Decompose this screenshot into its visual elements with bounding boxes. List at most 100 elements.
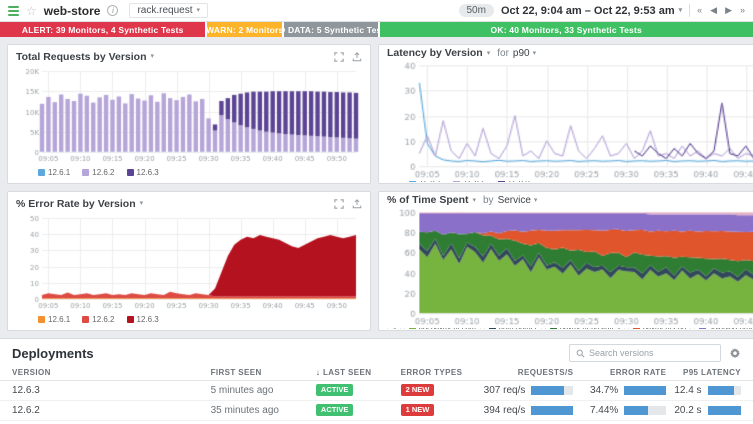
status-segment-alert[interactable]: ALERT: 39 Monitors, 4 Synthetic Tests [0,22,205,37]
legend-item[interactable]: 12.6.1 [38,315,70,324]
deployments-section: Deployments VERSION FIRST SEEN ↓ LAST SE… [0,338,753,424]
legend-swatch [82,169,89,176]
requests-bar [531,386,573,395]
col-first-seen[interactable]: FIRST SEEN [207,365,312,380]
expand-icon[interactable] [334,199,344,209]
nav-forward-icon[interactable]: ▶ [725,5,732,16]
col-last-seen[interactable]: ↓ LAST SEEN [312,365,397,380]
page-title: web-store [44,4,101,18]
legend-item[interactable]: 12.6.2 [82,168,114,177]
first-seen-cell: 5 minutes ago [207,380,312,400]
chevron-down-icon[interactable]: ▾ [140,200,144,207]
error-rate-value: 34.7% [590,385,618,396]
version-cell[interactable]: 12.6.2 [0,400,207,420]
status-badge: ACTIVE [316,384,354,396]
legend-label: 12.6.1 [48,168,70,177]
chart-card-total-requests: Total Requests by Version ▾ 12.6.1 12.6.2… [7,44,371,184]
group-by-selector[interactable]: Service ▾ [498,195,538,206]
chart-title: % of Time Spent [387,194,468,206]
legend-item[interactable]: 12.6.3 [127,168,159,177]
version-cell[interactable]: 12.6.3 [0,380,207,400]
legend-item[interactable]: 12.6.1 [38,168,70,177]
legend-swatch [38,169,45,176]
col-requests[interactable]: REQUESTS/S [479,365,577,380]
col-error-types[interactable]: ERROR TYPES [397,365,480,380]
percentile-selector[interactable]: p90 ▾ [513,48,536,59]
status-segment-nodata[interactable]: NO DATA: 5 Synthetic Tests [284,22,377,37]
status-segment-ok[interactable]: OK: 40 Monitors, 33 Synthetic Tests [380,22,753,37]
table-row[interactable]: 12.6.3 5 minutes ago ACTIVE 2 NEW 307 re… [0,380,753,400]
status-segment-warn[interactable]: WARN: 2 Monitors [207,22,282,37]
status-label: ALERT: 39 Monitors, 4 Synthetic Tests [22,25,184,35]
legend-swatch [127,169,134,176]
time-duration-pill[interactable]: 50m [459,4,494,17]
expand-icon[interactable] [334,52,344,62]
error-rate-bar [624,406,666,415]
search-box [569,344,721,362]
col-version[interactable]: VERSION [0,365,207,380]
status-label: NO DATA: 5 Synthetic Tests [284,25,377,35]
nav-fast-forward-icon[interactable]: » [740,5,745,16]
chart-card-error-rate: % Error Rate by Version ▾ 12.6.112.6.212… [7,191,371,331]
gear-icon[interactable] [729,347,741,359]
legend-label: 12.6.2 [92,315,114,324]
status-label: OK: 40 Monitors, 33 Synthetic Tests [491,25,642,35]
legend-label: 12.6.3 [137,168,159,177]
metric-selector[interactable]: rack.request ▾ [129,3,208,18]
error-rate-chart[interactable] [16,213,362,311]
chart-title: Latency by Version [387,47,483,59]
error-rate-value: 7.44% [590,405,618,416]
legend-item[interactable]: 12.6.2 [82,315,114,324]
chart-card-time-spent: % of Time Spent ▾ by Service ▾ sapi.paym… [378,191,753,331]
export-icon[interactable] [352,52,362,62]
chart-connector-label: for [497,48,509,59]
col-error-rate[interactable]: ERROR RATE [577,365,670,380]
info-icon[interactable]: i [107,5,118,16]
latency-chart[interactable] [387,59,753,181]
percentile-selector-label: p90 [513,48,530,59]
p95-latency-value: 20.2 s [674,405,701,416]
legend-swatch [127,316,134,323]
deployments-table: VERSION FIRST SEEN ↓ LAST SEEN ERROR TYP… [0,365,753,421]
deployments-title: Deployments [12,346,561,361]
error-types-badge[interactable]: 1 NEW [401,404,435,416]
total-requests-chart[interactable] [16,66,362,164]
legend-item[interactable]: 12.6.3 [127,315,159,324]
chart-legend: 12.6.1 12.6.2 12.6.3 [16,311,362,327]
status-badge: ACTIVE [316,404,354,416]
legend-label: 12.6.3 [137,315,159,324]
requests-bar [531,406,573,415]
col-last-seen-label: LAST SEEN [323,368,372,377]
table-row[interactable]: 12.6.2 35 minutes ago ACTIVE 1 NEW 394 r… [0,400,753,420]
p95-latency-bar [708,386,741,395]
search-input[interactable] [589,348,711,358]
error-types-badge[interactable]: 2 NEW [401,384,435,396]
time-nav: « ◀ ▶ » [697,5,745,16]
menu-icon[interactable] [8,6,19,16]
legend-swatch [82,316,89,323]
group-by-selector-label: Service [498,195,531,206]
time-spent-chart[interactable] [387,206,753,328]
chevron-down-icon[interactable]: ▾ [487,50,491,57]
chart-title: Total Requests by Version [16,51,147,63]
legend-label: 12.6.2 [92,168,114,177]
col-p95-latency[interactable]: P95 LATENCY [670,365,753,380]
first-seen-cell: 35 minutes ago [207,400,312,420]
chevron-down-icon[interactable]: ▾ [472,197,476,204]
chart-connector-label: by [483,195,494,206]
requests-value: 307 req/s [484,385,526,396]
nav-back-icon[interactable]: ◀ [710,5,717,16]
chevron-down-icon[interactable]: ▾ [151,53,155,60]
time-range-selector[interactable]: Oct 22, 9:04 am – Oct 22, 9:53 am ▾ [501,5,682,17]
export-icon[interactable] [352,199,362,209]
legend-swatch [38,316,45,323]
star-icon[interactable]: ☆ [26,5,37,17]
p95-latency-value: 12.4 s [674,385,701,396]
divider [689,4,690,17]
chevron-down-icon: ▾ [196,7,200,14]
charts-grid: Total Requests by Version ▾ 12.6.1 12.6.2… [0,37,753,338]
nav-fast-back-icon[interactable]: « [697,5,702,16]
time-range-label: Oct 22, 9:04 am – Oct 22, 9:53 am [501,5,675,17]
error-rate-bar [624,386,666,395]
requests-value: 394 req/s [484,405,526,416]
